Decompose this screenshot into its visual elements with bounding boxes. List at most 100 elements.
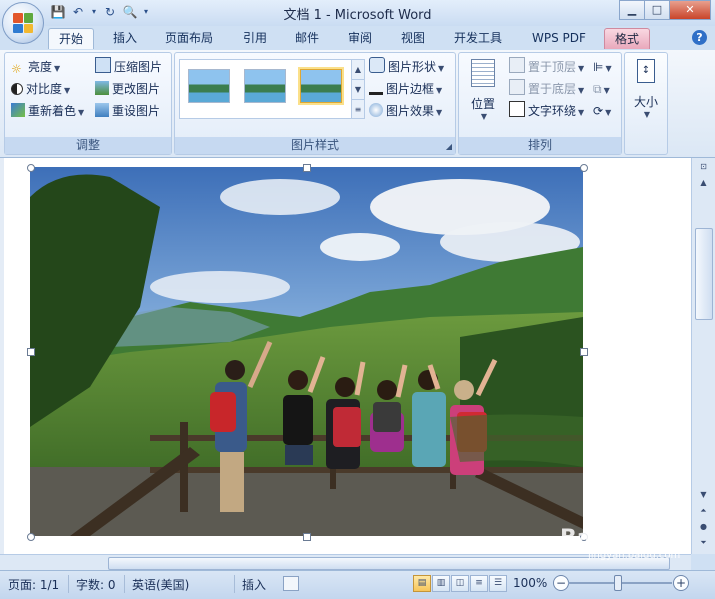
gallery-up-icon[interactable]: ▲	[352, 60, 364, 79]
change-picture-icon	[95, 81, 109, 95]
watermark-url: jingyan.baidu.com	[588, 550, 681, 561]
tab-review[interactable]: 审阅	[338, 28, 382, 48]
picture-style-thumb[interactable]	[188, 69, 230, 103]
page-count[interactable]: 页面: 1/1	[8, 576, 59, 593]
chevron-down-icon: ▼	[64, 86, 71, 95]
previous-page-icon[interactable]: ⏶	[696, 504, 711, 518]
group-adjust: ☼ 亮度 ▼ 对比度 ▼ 重新着色 ▼ 压缩图片 更改图片 重设图片 调整	[4, 52, 172, 155]
resize-handle[interactable]	[27, 348, 35, 356]
chevron-down-icon: ▼	[438, 64, 445, 73]
resize-handle[interactable]	[27, 164, 35, 172]
rotate-button[interactable]: ⟳ ▼	[593, 101, 611, 121]
resize-handle[interactable]	[580, 164, 588, 172]
chevron-down-icon: ▼	[605, 108, 612, 117]
picture-effects-button[interactable]: 图片效果 ▼	[369, 101, 442, 121]
chevron-down-icon: ▼	[480, 112, 488, 121]
compress-pictures-button[interactable]: 压缩图片	[95, 57, 162, 77]
group-size: ↕ 大小 ▼	[624, 52, 668, 155]
bring-front-icon	[509, 57, 525, 73]
close-button[interactable]: ✕	[669, 0, 711, 20]
resize-handle[interactable]	[303, 533, 311, 541]
inserted-picture[interactable]	[27, 164, 588, 541]
chevron-down-icon: ▼	[54, 64, 61, 73]
brightness-icon: ☼	[11, 62, 22, 76]
picture-shape-button[interactable]: 图片形状 ▼	[369, 57, 444, 77]
bring-to-front-button[interactable]: 置于顶层 ▼	[509, 57, 584, 77]
ribbon-tabs: 开始 插入 页面布局 引用 邮件 审阅 视图 开发工具 WPS PDF 格式	[0, 26, 715, 50]
chevron-down-icon: ▼	[436, 86, 443, 95]
position-button[interactable]: 位置 ▼	[465, 59, 501, 121]
picture-border-button[interactable]: 图片边框 ▼	[369, 79, 442, 99]
word-count[interactable]: 字数: 0	[76, 576, 116, 593]
chevron-down-icon: ▼	[578, 108, 585, 117]
separator	[124, 575, 125, 593]
next-page-icon[interactable]: ⏷	[696, 536, 711, 550]
macro-record-icon[interactable]	[283, 576, 299, 591]
compress-icon	[95, 57, 111, 73]
web-layout-icon[interactable]: ◫	[451, 575, 469, 592]
vertical-scroll-thumb[interactable]	[695, 228, 713, 320]
title-bar: 💾 ↶ ▾ ↻ 🔍 ▾ 文档 1 - Microsoft Word ▁ □ ✕	[0, 0, 715, 26]
size-icon: ↕	[637, 59, 655, 83]
reset-picture-button[interactable]: 重设图片	[95, 101, 160, 121]
chevron-down-icon: ▼	[436, 108, 443, 117]
tab-mailings[interactable]: 邮件	[285, 28, 329, 48]
gallery-down-icon[interactable]: ▼	[352, 79, 364, 99]
office-button[interactable]	[2, 2, 44, 44]
minimize-button[interactable]: ▁	[619, 0, 645, 20]
recolor-button[interactable]: 重新着色 ▼	[11, 101, 84, 121]
reset-picture-icon	[95, 103, 109, 117]
language-indicator[interactable]: 英语(美国)	[132, 576, 189, 593]
separator	[68, 575, 69, 593]
resize-handle[interactable]	[27, 533, 35, 541]
gallery-more-icon[interactable]: ≡	[352, 99, 364, 119]
resize-handle[interactable]	[303, 164, 311, 172]
zoom-out-icon[interactable]: −	[553, 575, 569, 591]
text-wrapping-button[interactable]: 文字环绕 ▼	[509, 101, 584, 121]
vertical-scrollbar[interactable]: ⊡ ▲ ▼ ⏶ ● ⏷	[691, 158, 715, 554]
scroll-up-icon[interactable]: ▲	[696, 176, 711, 190]
scroll-down-icon[interactable]: ▼	[696, 488, 711, 502]
group-objects-button[interactable]: ⧉ ▼	[593, 79, 610, 99]
horizontal-scroll-thumb[interactable]	[108, 557, 670, 570]
contrast-button[interactable]: 对比度 ▼	[11, 79, 70, 99]
zoom-slider-thumb[interactable]	[614, 575, 622, 591]
draft-view-icon[interactable]: ☰	[489, 575, 507, 592]
chevron-down-icon: ▼	[603, 86, 610, 95]
tab-view[interactable]: 视图	[391, 28, 435, 48]
change-picture-button[interactable]: 更改图片	[95, 79, 160, 99]
picture-style-thumb[interactable]	[300, 69, 342, 103]
chevron-down-icon: ▼	[578, 86, 585, 95]
send-to-back-button[interactable]: 置于底层 ▼	[509, 79, 584, 99]
brightness-button[interactable]: ☼ 亮度 ▼	[11, 57, 60, 77]
full-screen-reading-icon[interactable]: ▥	[432, 575, 450, 592]
print-layout-view-icon[interactable]: ▤	[413, 575, 431, 592]
chevron-down-icon: ▼	[605, 64, 612, 73]
dialog-launcher-icon[interactable]: ◢	[446, 142, 452, 151]
tab-developer[interactable]: 开发工具	[444, 28, 512, 48]
tab-references[interactable]: 引用	[233, 28, 277, 48]
insert-mode[interactable]: 插入	[242, 576, 266, 593]
zoom-level[interactable]: 100%	[513, 576, 547, 590]
size-button[interactable]: ↕ 大小 ▼	[629, 59, 663, 119]
tab-home[interactable]: 开始	[48, 28, 95, 49]
tab-wps-pdf[interactable]: WPS PDF	[522, 28, 596, 48]
resize-handle[interactable]	[580, 348, 588, 356]
zoom-in-icon[interactable]: +	[673, 575, 689, 591]
tab-insert[interactable]: 插入	[103, 28, 147, 48]
gallery-scroll[interactable]: ▲ ▼ ≡	[351, 60, 364, 118]
browse-object-icon[interactable]: ●	[696, 520, 711, 534]
align-button[interactable]: ⊫ ▼	[593, 57, 612, 77]
picture-style-thumb[interactable]	[244, 69, 286, 103]
group-picture-styles: ▲ ▼ ≡ 图片形状 ▼ 图片边框 ▼ 图片效果 ▼ 图片样式 ◢	[174, 52, 456, 155]
text-wrap-icon	[509, 101, 525, 117]
outline-view-icon[interactable]: ≡	[470, 575, 488, 592]
tab-page-layout[interactable]: 页面布局	[155, 28, 223, 48]
effects-icon	[369, 103, 383, 117]
help-icon[interactable]: ?	[692, 30, 707, 45]
ruler-toggle-icon[interactable]: ⊡	[696, 160, 711, 174]
maximize-button[interactable]: □	[644, 0, 670, 20]
tab-format[interactable]: 格式	[604, 28, 651, 49]
status-bar: 页面: 1/1 字数: 0 英语(美国) 插入 ▤ ▥ ◫ ≡ ☰ 100% −…	[0, 570, 715, 599]
recolor-icon	[11, 103, 25, 117]
